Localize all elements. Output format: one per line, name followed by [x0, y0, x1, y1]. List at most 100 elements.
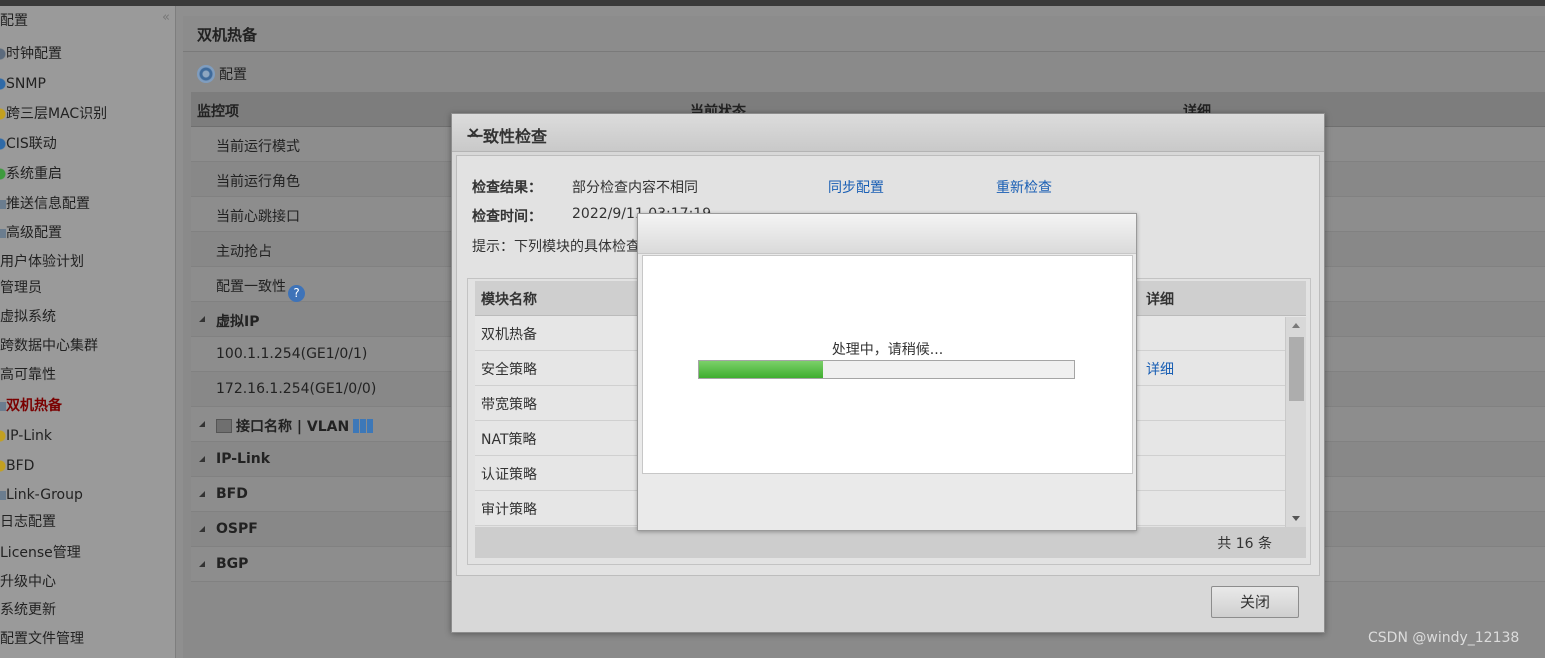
result-label-wrap: 检查结果： [472, 177, 542, 197]
sidebar-item-label: CIS联动 [6, 136, 57, 152]
group-label: BFD [216, 486, 248, 502]
sidebar-item-vsys[interactable]: 虚拟系统 [0, 304, 56, 330]
column-header: 监控项 [197, 104, 239, 120]
group-label: IP-Link [216, 451, 271, 467]
row-label-wrap: 配置一致性? [216, 276, 305, 302]
row-label: 172.16.1.254(GE1/0/0) [216, 381, 377, 397]
sidebar-item-label: 用户体验计划 [0, 254, 84, 270]
sidebar-item-cis[interactable]: CIS联动 [0, 131, 57, 157]
sidebar-item-bfd[interactable]: BFD [0, 453, 34, 479]
sidebar-item-ha[interactable]: 高可靠性 [0, 362, 56, 388]
help-icon[interactable]: ? [288, 285, 305, 302]
sidebar-item-admin[interactable]: 管理员 [0, 275, 42, 301]
sidebar-item-label: 系统重启 [6, 166, 62, 182]
sidebar-item-restart[interactable]: 系统重启 [0, 161, 62, 187]
column-header: 模块名称 [481, 292, 537, 308]
interface-icon [216, 419, 232, 433]
sidebar-item-label: 高可靠性 [0, 367, 56, 383]
module-name: 带宽策略 [481, 397, 537, 413]
sidebar-item-label: 跨三层MAC识别 [6, 106, 108, 122]
row-label: 当前运行模式 [216, 139, 300, 155]
group-label: OSPF [216, 521, 258, 537]
row-label: 当前运行角色 [216, 174, 300, 190]
sidebar-nav: « 配置 时钟配置 SNMP 跨三层MAC识别 CIS联动 系统重启 推送信息配… [0, 6, 176, 658]
close-icon[interactable]: × [467, 123, 1304, 142]
group-label-wrap: 接口名称 | VLAN [216, 416, 374, 436]
page-header: 双机热备 [183, 16, 1545, 52]
detail-link[interactable]: 详细 [1146, 359, 1174, 379]
dialog-titlebar: 一致性检查 × [452, 114, 1324, 152]
table-footer: 共 16 条 [475, 527, 1306, 558]
page-title: 双机热备 [197, 26, 258, 44]
sidebar-item-dc-cluster[interactable]: 跨数据中心集群 [0, 333, 98, 359]
column-header: 详细 [1146, 292, 1174, 308]
sidebar-item-label: 双机热备 [6, 398, 62, 414]
config-button[interactable]: 配置 [197, 64, 247, 84]
progress-bar [698, 360, 1075, 379]
row-label: 当前心跳接口 [216, 209, 300, 225]
sidebar-item-snmp[interactable]: SNMP [0, 71, 46, 97]
recheck-link[interactable]: 重新检查 [996, 177, 1052, 197]
sidebar-item-label: BFD [6, 458, 35, 474]
watermark: CSDN @windy_12138 [1368, 630, 1520, 646]
sync-config-link[interactable]: 同步配置 [828, 177, 884, 197]
sidebar-item-config[interactable]: 配置 [0, 8, 28, 34]
sidebar-item-mac[interactable]: 跨三层MAC识别 [0, 101, 107, 127]
sidebar-item-advanced[interactable]: 高级配置 [0, 220, 62, 246]
group-label: 接口名称 | VLAN [236, 419, 350, 435]
progress-titlebar [638, 214, 1136, 254]
vlan-network-icon [353, 419, 374, 433]
sidebar-item-iplink[interactable]: IP-Link [0, 423, 52, 449]
sidebar-item-label: 升级中心 [0, 574, 56, 590]
progress-dialog: 处理中，请稍候... [637, 213, 1137, 531]
sidebar-item-upgrade[interactable]: 升级中心 [0, 569, 56, 595]
result-label: 检查结果： [472, 180, 542, 196]
module-name: 认证策略 [481, 467, 537, 483]
sidebar-item-label: SNMP [6, 76, 46, 92]
module-name: 双机热备 [481, 327, 537, 343]
module-name: NAT策略 [481, 432, 537, 448]
vertical-scrollbar[interactable] [1285, 317, 1306, 527]
sidebar-item-label: 跨数据中心集群 [0, 338, 98, 354]
module-name: 审计策略 [481, 502, 537, 518]
sidebar-item-clock[interactable]: 时钟配置 [0, 41, 62, 67]
sidebar-item-ux[interactable]: 用户体验计划 [0, 249, 84, 275]
expand-triangle-icon[interactable] [199, 491, 205, 497]
sidebar-item-config-files[interactable]: 配置文件管理 [0, 626, 84, 652]
sidebar-item-linkgroup[interactable]: Link-Group [0, 482, 83, 508]
expand-triangle-icon[interactable] [199, 456, 205, 462]
total-count: 共 16 条 [1217, 536, 1272, 552]
scroll-up-icon[interactable] [1292, 323, 1300, 328]
sidebar-item-label: 日志配置 [0, 514, 56, 530]
row-label: 100.1.1.254(GE1/0/1) [216, 346, 368, 362]
sidebar-item-label: 时钟配置 [6, 46, 62, 62]
group-label: 虚拟IP [216, 314, 260, 330]
group-label: BGP [216, 556, 249, 572]
expand-triangle-icon[interactable] [199, 316, 205, 322]
result-value: 部分检查内容不相同 [572, 180, 698, 196]
sidebar-item-log[interactable]: 日志配置 [0, 509, 56, 535]
progress-bar-fill [699, 361, 823, 378]
scroll-down-icon[interactable] [1292, 516, 1300, 521]
sidebar-item-label: 管理员 [0, 280, 42, 296]
sidebar-item-update[interactable]: 系统更新 [0, 597, 56, 623]
sidebar-item-license[interactable]: License管理 [0, 540, 81, 566]
collapse-sidebar-button[interactable]: « [162, 10, 170, 25]
sidebar-item-label: 配置 [0, 13, 28, 29]
sidebar-item-label: IP-Link [6, 428, 52, 444]
module-name: 安全策略 [481, 362, 537, 378]
expand-triangle-icon[interactable] [199, 526, 205, 532]
expand-triangle-icon[interactable] [199, 561, 205, 567]
gear-icon [197, 65, 215, 83]
sidebar-item-label: 推送信息配置 [6, 196, 90, 212]
config-label: 配置 [219, 67, 247, 83]
close-button[interactable]: 关闭 [1211, 586, 1299, 618]
scroll-thumb[interactable] [1289, 337, 1304, 401]
sidebar-item-label: 系统更新 [0, 602, 56, 618]
time-label: 检查时间： [472, 209, 542, 225]
sidebar-item-push[interactable]: 推送信息配置 [0, 191, 90, 217]
sidebar-item-hot-standby[interactable]: 双机热备 [0, 393, 62, 419]
expand-triangle-icon[interactable] [199, 421, 205, 427]
sidebar-item-label: License管理 [0, 545, 81, 561]
progress-message: 处理中，请稍候... [831, 342, 944, 358]
